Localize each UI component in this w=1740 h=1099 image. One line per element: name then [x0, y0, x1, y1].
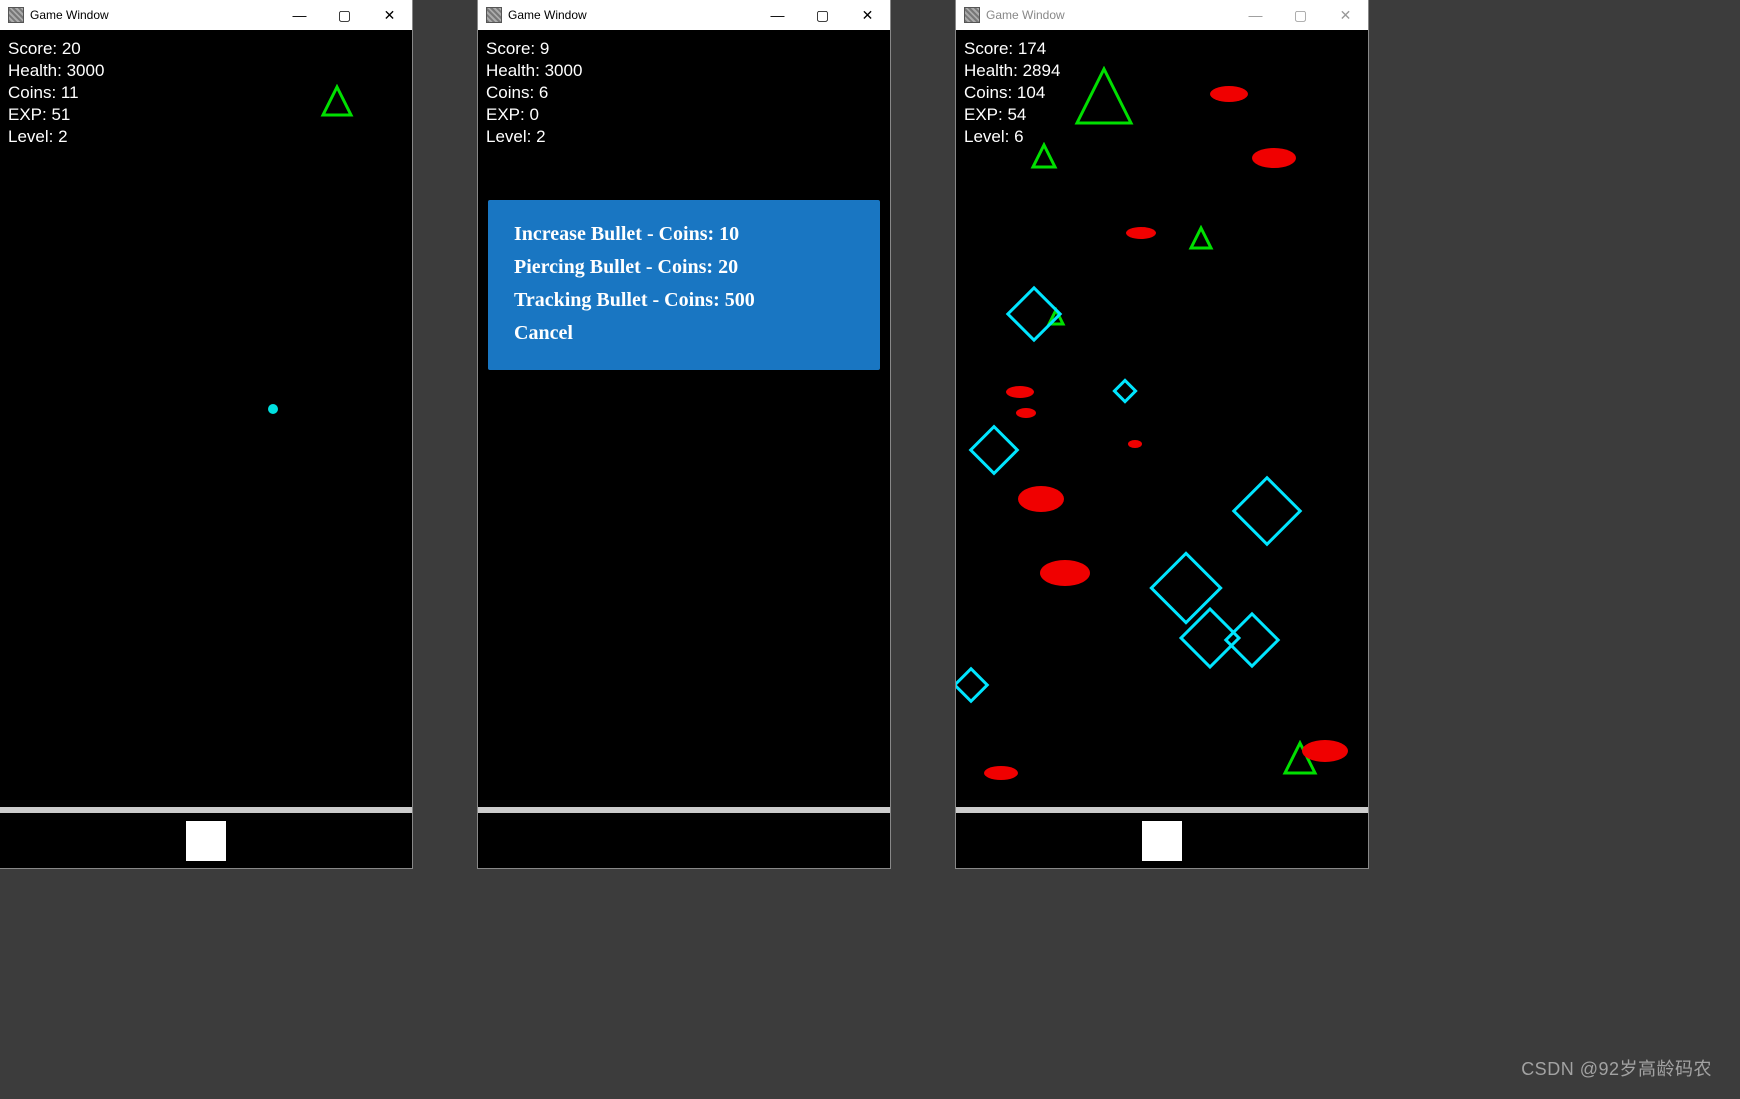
enemy-diamond — [1006, 286, 1063, 343]
watermark-text: CSDN @92岁高龄码农 — [1521, 1055, 1712, 1081]
minimize-button[interactable]: — — [755, 0, 800, 30]
hud-coins: Coins: 6 — [486, 82, 582, 104]
bullet — [268, 404, 278, 414]
player[interactable] — [186, 821, 226, 861]
shop-menu-item[interactable]: Increase Bullet - Coins: 10 — [514, 218, 854, 251]
titlebar[interactable]: Game Window —▢✕ — [956, 0, 1368, 30]
enemy-diamond — [969, 425, 1020, 476]
enemy-diamond — [956, 667, 989, 704]
enemy-triangle — [1188, 225, 1214, 251]
hud-score: Score: 20 — [8, 38, 104, 60]
enemy-ellipse — [1126, 227, 1156, 239]
hud-exp: EXP: 54 — [964, 104, 1060, 126]
enemy-triangle — [1074, 66, 1134, 126]
maximize-button[interactable]: ▢ — [322, 0, 367, 30]
game-window: Game Window —▢✕ Score: 20Health: 3000Coins… — [0, 0, 412, 868]
game-canvas[interactable]: Score: 9Health: 3000Coins: 6EXP: 0Level:… — [478, 30, 890, 807]
enemy-diamond — [1112, 378, 1137, 403]
enemy-triangle — [1030, 142, 1058, 170]
app-icon — [8, 7, 24, 23]
hud-health: Health: 3000 — [486, 60, 582, 82]
enemy-ellipse — [1018, 486, 1064, 512]
shop-menu-item[interactable]: Tracking Bullet - Coins: 500 — [514, 284, 854, 317]
app-icon — [486, 7, 502, 23]
hud-score: Score: 9 — [486, 38, 582, 60]
minimize-button[interactable]: — — [1233, 0, 1278, 30]
game-canvas[interactable]: Score: 20Health: 3000Coins: 11EXP: 51Lev… — [0, 30, 412, 807]
bottom-bar — [0, 813, 412, 868]
app-icon — [964, 7, 980, 23]
window-title: Game Window — [30, 8, 109, 22]
game-window: Game Window —▢✕ Score: 174Health: 2894Coin… — [956, 0, 1368, 868]
close-button[interactable]: ✕ — [367, 0, 412, 30]
enemy-diamond — [1232, 476, 1303, 547]
hud-exp: EXP: 51 — [8, 104, 104, 126]
hud-level: Level: 2 — [8, 126, 104, 148]
close-button[interactable]: ✕ — [845, 0, 890, 30]
hud-health: Health: 2894 — [964, 60, 1060, 82]
shop-menu-item[interactable]: Cancel — [514, 317, 854, 350]
shop-menu: Increase Bullet - Coins: 10Piercing Bull… — [488, 200, 880, 370]
player[interactable] — [1142, 821, 1182, 861]
window-title: Game Window — [986, 8, 1065, 22]
enemy-ellipse — [1040, 560, 1090, 586]
hud: Score: 20Health: 3000Coins: 11EXP: 51Lev… — [8, 38, 104, 148]
enemy-diamond — [1224, 612, 1281, 669]
hud-coins: Coins: 11 — [8, 82, 104, 104]
bottom-bar — [956, 813, 1368, 868]
game-window: Game Window —▢✕ Score: 9Health: 3000Coins:… — [478, 0, 890, 868]
maximize-button[interactable]: ▢ — [1278, 0, 1323, 30]
titlebar[interactable]: Game Window —▢✕ — [0, 0, 412, 30]
window-title: Game Window — [508, 8, 587, 22]
enemy-ellipse — [1128, 440, 1142, 448]
hud-coins: Coins: 104 — [964, 82, 1060, 104]
enemy-ellipse — [1302, 740, 1348, 762]
hud-score: Score: 174 — [964, 38, 1060, 60]
game-canvas[interactable]: Score: 174Health: 2894Coins: 104EXP: 54L… — [956, 30, 1368, 807]
enemy-ellipse — [1210, 86, 1248, 102]
shop-menu-item[interactable]: Piercing Bullet - Coins: 20 — [514, 251, 854, 284]
enemy-triangle — [320, 84, 354, 118]
enemy-ellipse — [984, 766, 1018, 780]
titlebar[interactable]: Game Window —▢✕ — [478, 0, 890, 30]
bottom-bar — [478, 813, 890, 868]
minimize-button[interactable]: — — [277, 0, 322, 30]
maximize-button[interactable]: ▢ — [800, 0, 845, 30]
hud-exp: EXP: 0 — [486, 104, 582, 126]
enemy-ellipse — [1006, 386, 1034, 398]
enemy-ellipse — [1252, 148, 1296, 168]
close-button[interactable]: ✕ — [1323, 0, 1368, 30]
hud: Score: 174Health: 2894Coins: 104EXP: 54L… — [964, 38, 1060, 148]
hud-level: Level: 2 — [486, 126, 582, 148]
hud-health: Health: 3000 — [8, 60, 104, 82]
hud: Score: 9Health: 3000Coins: 6EXP: 0Level:… — [486, 38, 582, 148]
enemy-ellipse — [1016, 408, 1036, 418]
